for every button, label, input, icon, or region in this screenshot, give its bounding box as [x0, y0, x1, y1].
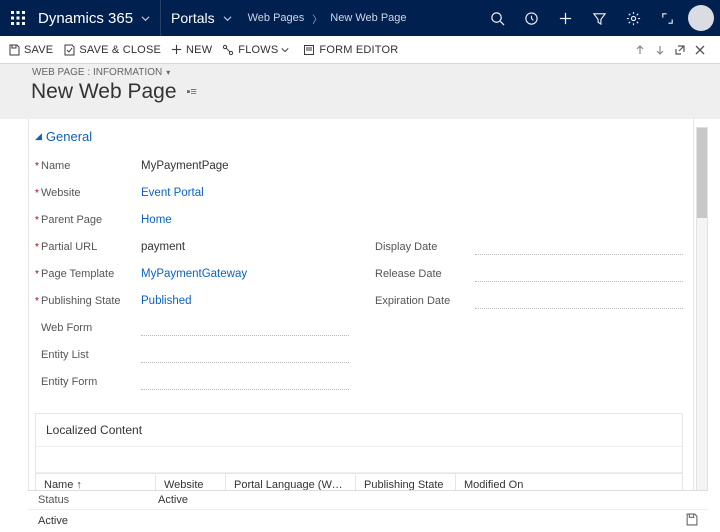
field-partialurl[interactable]: payment	[141, 239, 349, 255]
search-icon[interactable]	[480, 0, 514, 36]
save-button[interactable]: SAVE	[8, 44, 53, 56]
expand-icon[interactable]	[650, 0, 684, 36]
global-nav: Dynamics 365 Portals Web Pages 〉 New Web…	[0, 0, 720, 36]
save-icon	[8, 44, 20, 56]
form-scroll: ◢ General NameMyPaymentPage WebsiteEvent…	[28, 119, 694, 531]
close-button[interactable]	[694, 44, 706, 56]
label-entityform: Entity Form	[35, 376, 141, 388]
subgrid-toolbar[interactable]	[36, 447, 682, 473]
field-template[interactable]: MyPaymentGateway	[141, 266, 349, 282]
form-icon	[303, 44, 315, 56]
save-close-icon	[63, 44, 75, 56]
scrollbar-thumb[interactable]	[697, 128, 707, 218]
collapse-icon: ◢	[35, 131, 42, 142]
subgrid-localized: Localized Content Name ↑ Website Portal …	[35, 413, 683, 497]
label-partialurl: Partial URL	[35, 241, 141, 253]
form-body: ◢ General NameMyPaymentPage WebsiteEvent…	[0, 119, 720, 531]
nav-up-button[interactable]	[634, 44, 646, 56]
user-avatar[interactable]	[688, 5, 714, 31]
field-releasedate[interactable]	[475, 266, 683, 282]
label-displaydate: Display Date	[369, 241, 475, 253]
label-name: Name	[35, 160, 141, 172]
cmd-label: SAVE	[24, 44, 53, 56]
footer-status-label: Status	[38, 494, 158, 506]
nav-area[interactable]: Portals	[160, 0, 242, 36]
label-parent: Parent Page	[35, 214, 141, 226]
cmd-label: FORM EDITOR	[319, 44, 398, 56]
breadcrumb-current: New Web Page	[324, 12, 412, 24]
form-editor-button[interactable]: FORM EDITOR	[303, 44, 398, 56]
flow-icon	[222, 44, 234, 56]
section-general[interactable]: ◢ General	[35, 129, 683, 144]
label-releasedate: Release Date	[369, 268, 475, 280]
title-text: New Web Page	[31, 80, 177, 104]
footer-active: Active	[38, 515, 68, 527]
field-website[interactable]: Event Portal	[141, 185, 349, 201]
field-pubstate[interactable]: Published	[141, 293, 349, 309]
footer-status-value: Active	[158, 494, 188, 506]
flows-button[interactable]: FLOWS	[222, 44, 293, 56]
app-launcher-icon[interactable]	[0, 0, 36, 36]
field-name[interactable]: MyPaymentPage	[141, 158, 349, 174]
label-website: Website	[35, 187, 141, 199]
nav-down-button[interactable]	[654, 44, 666, 56]
label-template: Page Template	[35, 268, 141, 280]
cmd-label: FLOWS	[238, 44, 278, 56]
save-close-button[interactable]: SAVE & CLOSE	[63, 44, 161, 56]
caret-down-icon: ▾	[166, 68, 170, 77]
chevron-down-icon	[223, 10, 232, 26]
form-footer: Status Active Active	[28, 490, 708, 532]
nav-app[interactable]: Dynamics 365	[36, 0, 160, 36]
filter-icon[interactable]	[582, 0, 616, 36]
field-expdate[interactable]	[475, 293, 683, 309]
recent-icon[interactable]	[514, 0, 548, 36]
form-selector[interactable]: WEB PAGE : INFORMATION ▾	[32, 67, 720, 78]
label-webform: Web Form	[35, 322, 141, 334]
page-title: New Web Page ▪≡	[31, 80, 720, 104]
nav-left: Dynamics 365 Portals Web Pages 〉 New Web…	[0, 0, 413, 36]
chevron-down-icon	[141, 10, 150, 27]
cmd-label: SAVE & CLOSE	[79, 44, 161, 56]
nav-area-label: Portals	[171, 10, 215, 26]
label-pubstate: Publishing State	[35, 295, 141, 307]
command-bar: SAVE SAVE & CLOSE NEW FLOWS FORM EDITOR	[0, 36, 720, 64]
record-header: WEB PAGE : INFORMATION ▾ New Web Page ▪≡	[0, 64, 720, 119]
left-column: NameMyPaymentPage WebsiteEvent Portal Pa…	[35, 152, 349, 395]
popout-button[interactable]	[674, 44, 686, 56]
field-parent[interactable]: Home	[141, 212, 349, 228]
new-button[interactable]: NEW	[171, 44, 212, 56]
plus-icon	[171, 44, 182, 55]
nav-app-label: Dynamics 365	[38, 10, 133, 27]
label-entitylist: Entity List	[35, 349, 141, 361]
record-type-label: WEB PAGE : INFORMATION	[32, 67, 162, 78]
field-displaydate[interactable]	[475, 239, 683, 255]
footer-save-icon[interactable]	[685, 513, 698, 529]
field-entitylist[interactable]	[141, 347, 349, 363]
label-expdate: Expiration Date	[369, 295, 475, 307]
settings-icon[interactable]	[616, 0, 650, 36]
cmd-label: NEW	[186, 44, 212, 56]
right-column: .. .. .. Display Date Release Date Expir…	[369, 152, 683, 395]
chevron-right-icon: 〉	[310, 11, 324, 26]
field-webform[interactable]	[141, 320, 349, 336]
title-menu-icon[interactable]: ▪≡	[187, 86, 197, 98]
breadcrumb-webpages[interactable]: Web Pages	[242, 12, 311, 24]
add-icon[interactable]	[548, 0, 582, 36]
chevron-down-icon	[281, 46, 289, 54]
subgrid-title: Localized Content	[36, 414, 682, 447]
scrollbar[interactable]	[696, 127, 708, 523]
section-label: General	[46, 129, 92, 144]
field-entityform[interactable]	[141, 374, 349, 390]
nav-right	[480, 0, 714, 36]
